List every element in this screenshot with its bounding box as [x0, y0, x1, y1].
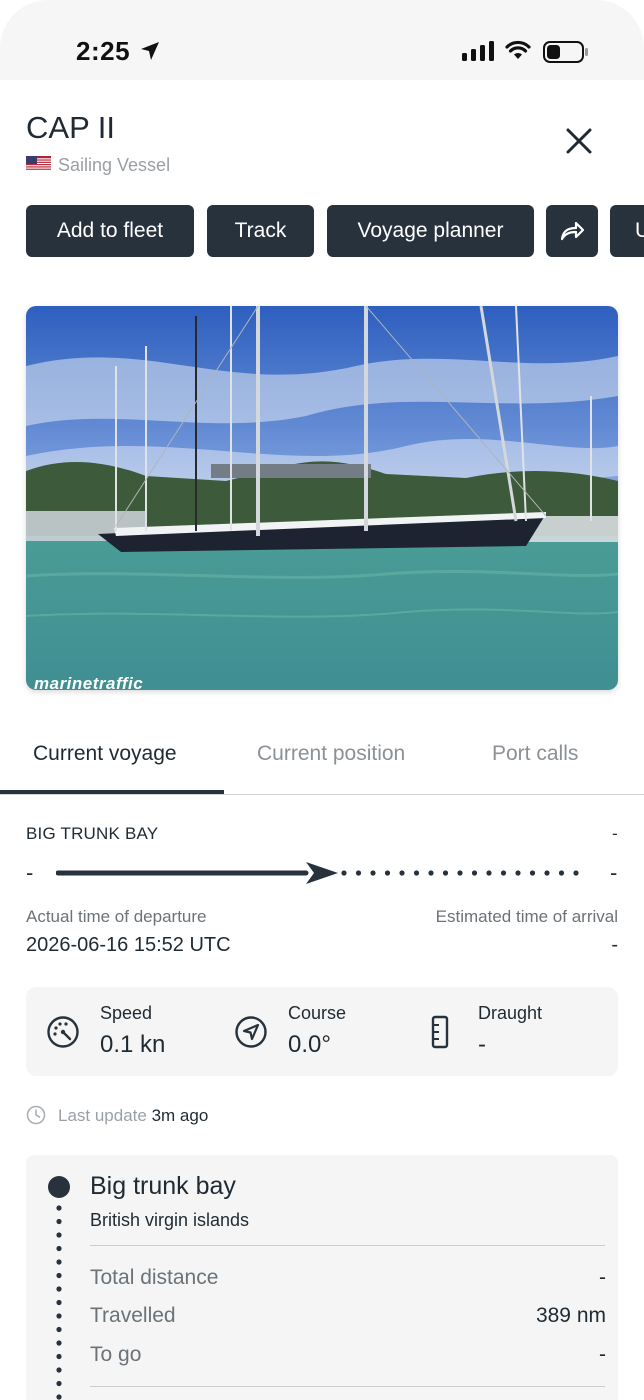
timeline-dotted-line: [56, 1205, 62, 1400]
to-go-label: To go: [90, 1343, 142, 1366]
cellular-signal-icon: [462, 41, 494, 61]
tab-current-position[interactable]: Current position: [257, 742, 405, 766]
us-flag-icon: [26, 156, 51, 171]
add-to-fleet-button[interactable]: Add to fleet: [26, 205, 194, 257]
route-dot: [355, 870, 362, 876]
photo-watermark: marinetraffic: [34, 674, 144, 690]
active-tab-indicator: [0, 790, 224, 794]
timeline-dot-mark: [56, 1205, 62, 1211]
departure-port: BIG TRUNK BAY: [26, 824, 159, 843]
route-dot: [544, 870, 550, 876]
vessel-title: CAP II: [26, 110, 116, 145]
port-country: British virgin islands: [90, 1210, 250, 1230]
timeline-dot-mark: [56, 1245, 62, 1252]
vessel-stats-card: Speed 0.1 kn Course 0.0° Draught -: [26, 987, 618, 1076]
route-dot: [384, 870, 391, 876]
travelled-value: 389 nm: [535, 1304, 606, 1327]
course-compass-icon: [235, 1016, 267, 1048]
tab-port-calls[interactable]: Port calls: [492, 742, 578, 766]
timeline-dot: [48, 1176, 70, 1198]
app-screen: 2:25 CAP II Sailing Vessel Add to fleet …: [0, 0, 644, 1400]
route-dot: [399, 870, 405, 876]
timeline-dot-mark: [56, 1313, 62, 1319]
vessel-type: Sailing Vessel: [58, 155, 171, 175]
course-value: 0.0°: [288, 1031, 331, 1058]
tab-current-voyage[interactable]: Current voyage: [33, 742, 177, 766]
timeline-dot-mark: [56, 1367, 62, 1373]
battery-icon: [543, 41, 588, 63]
timeline-dot-mark: [56, 1299, 62, 1306]
route-dot: [529, 870, 536, 876]
to-go-value: -: [599, 1343, 606, 1366]
share-button[interactable]: [546, 205, 598, 257]
timeline-dot-mark: [56, 1340, 62, 1346]
route-dot: [428, 870, 434, 876]
clock-icon: [26, 1105, 46, 1125]
more-action-button[interactable]: U: [610, 205, 644, 257]
total-distance-label: Total distance: [90, 1266, 219, 1289]
eta-label: Estimated time of arrival: [435, 907, 618, 926]
speed-value: 0.1 kn: [100, 1031, 166, 1058]
timeline-dot-mark: [56, 1353, 62, 1360]
route-dot: [370, 870, 376, 876]
voyage-progress-line: [56, 862, 579, 884]
track-button[interactable]: Track: [207, 205, 314, 257]
draught-value: -: [478, 1031, 486, 1058]
route-dot: [457, 870, 463, 876]
divider: [90, 1245, 605, 1246]
total-distance-value: -: [599, 1266, 606, 1289]
route-dot: [486, 870, 492, 876]
route-dot: [341, 870, 347, 876]
travelled-label: Travelled: [90, 1304, 176, 1327]
timeline-dot-mark: [56, 1326, 62, 1333]
timeline-dot-mark: [56, 1259, 62, 1265]
last-update: Last update 3m ago: [58, 1106, 208, 1126]
route-end-marker: -: [610, 860, 618, 885]
timeline-dot-mark: [56, 1218, 62, 1225]
tab-bar: Current voyage Current position Port cal…: [0, 725, 644, 795]
last-update-label: Last update: [58, 1106, 147, 1125]
route-dot: [573, 870, 579, 876]
port-name: Big trunk bay: [90, 1172, 236, 1200]
speed-label: Speed: [100, 1003, 153, 1023]
share-icon: [560, 221, 585, 241]
close-icon[interactable]: [562, 124, 596, 158]
atd-label: Actual time of departure: [26, 907, 207, 926]
route-dot: [442, 870, 449, 876]
timeline-dot-mark: [56, 1380, 62, 1387]
draught-label: Draught: [478, 1003, 543, 1023]
timeline-dot-mark: [56, 1286, 62, 1292]
route-dot: [500, 870, 507, 876]
destination-port: -: [612, 824, 618, 843]
timeline-dots-group: [56, 1205, 62, 1400]
timeline-dot-mark: [56, 1272, 62, 1279]
route-dot: [471, 870, 478, 876]
last-update-value: 3m ago: [151, 1106, 209, 1125]
vessel-photo: marinetraffic: [26, 306, 618, 690]
speedometer-icon: [47, 1016, 79, 1048]
course-label: Course: [288, 1003, 347, 1023]
location-arrow-icon: [141, 42, 159, 60]
route-dots: [341, 870, 579, 876]
voyage-planner-button[interactable]: Voyage planner: [327, 205, 534, 257]
route-dot: [558, 870, 565, 876]
route-start-marker: -: [26, 860, 34, 885]
draught-ruler-icon: [431, 1015, 449, 1049]
status-time: 2:25: [76, 36, 131, 66]
route-dot: [413, 870, 420, 876]
wifi-icon: [505, 40, 531, 59]
divider: [90, 1386, 605, 1387]
route-dot: [515, 870, 521, 876]
timeline-dot-mark: [56, 1232, 62, 1238]
eta-value: -: [611, 934, 618, 956]
timeline-dot-mark: [56, 1394, 62, 1400]
atd-value: 2026-06-16 15:52 UTC: [26, 934, 231, 956]
